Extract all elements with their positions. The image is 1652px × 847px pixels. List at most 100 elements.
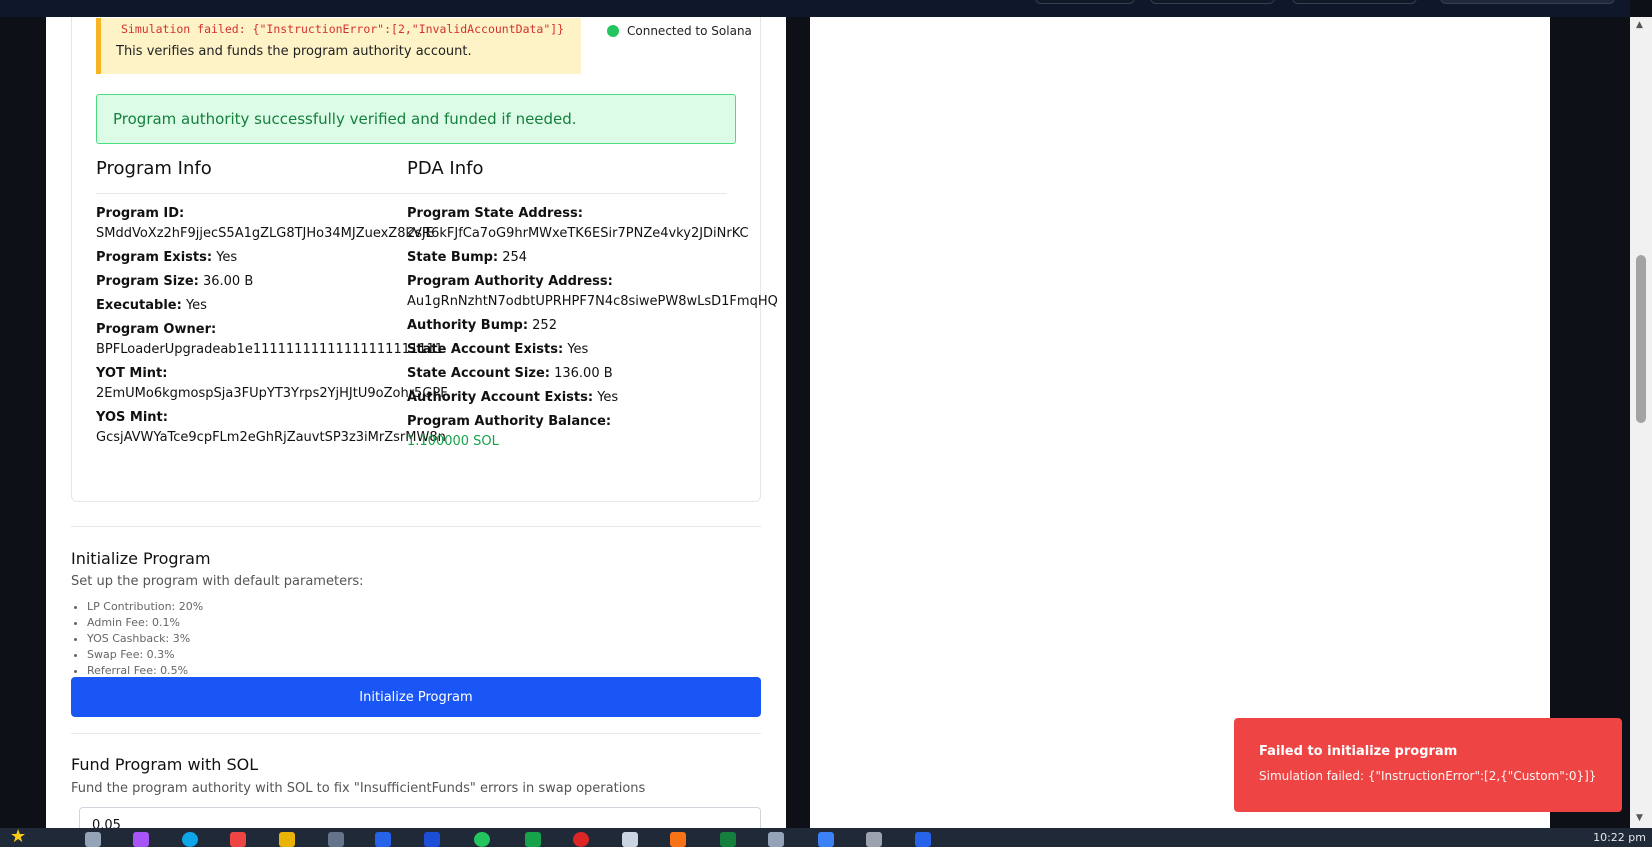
preview-panel (810, 17, 1550, 828)
program-info-section: Program Info Program ID: SMddVoXz2hF9jje… (96, 158, 448, 452)
initialize-title: Initialize Program (71, 549, 211, 568)
copilot-icon[interactable] (133, 832, 149, 847)
calculator-icon[interactable] (866, 832, 882, 847)
top-button[interactable] (1440, 0, 1615, 4)
admin-panel: Simulation failed: {"InstructionError":[… (46, 17, 786, 828)
fund-title: Fund Program with SOL (71, 755, 259, 774)
browser-top-bar (0, 0, 1630, 17)
taskbar: ★ 10:22 pm (0, 828, 1652, 847)
app-icon[interactable] (915, 832, 931, 847)
yos-mint-label: YOS Mint: (96, 410, 168, 425)
state-size-value: 136.00 B (554, 366, 613, 381)
store-icon[interactable] (328, 832, 344, 847)
yos-mint-value: GcsjAVWYaTce9cpFLm2eGhRjZauvtSP3z3iMrZsr… (96, 430, 446, 445)
authority-bump-value: 252 (532, 318, 557, 333)
program-id-value: SMddVoXz2hF9jjecS5A1gZLG8TJHo34MJZuexZ8k… (96, 226, 434, 241)
state-address-label: Program State Address: (407, 206, 583, 221)
authority-balance-row: Program Authority Balance: 1.100000 SOL (407, 412, 727, 452)
yot-mint-row: YOT Mint: 2EmUMo6kgmospSja3FUpYT3Yrps2Yj… (96, 364, 448, 404)
authority-address-value: Au1gRnNzhtN7odbtUPRHPF7N4c8siwePW8wLsD1F… (407, 294, 778, 309)
state-bump-value: 254 (502, 250, 528, 265)
program-info-title: Program Info (96, 158, 408, 194)
scrollbar[interactable]: ▲ ▼ (1630, 17, 1652, 828)
toast-message: Simulation failed: {"InstructionError":[… (1259, 769, 1597, 783)
excel-icon[interactable] (525, 832, 541, 847)
warning-message: This verifies and funds the program auth… (116, 44, 472, 59)
state-bump-row: State Bump: 254 (407, 248, 727, 268)
authority-exists-value: Yes (597, 390, 619, 405)
yot-mint-value: 2EmUMo6kgmospSja3FUpYT3Yrps2YjHJtU9oZohr… (96, 386, 448, 401)
authority-address-row: Program Authority Address: Au1gRnNzhtN7o… (407, 272, 778, 312)
sol-amount-input[interactable] (79, 807, 761, 828)
notepad-icon[interactable] (622, 832, 638, 847)
pda-info-section: PDA Info Program State Address: 2sR6kFJf… (407, 158, 778, 456)
initialize-program-button[interactable]: Initialize Program (71, 677, 761, 717)
start-icon[interactable]: ★ (10, 828, 26, 846)
state-address-row: Program State Address: 2sR6kFJfCa7oG9hrM… (407, 204, 749, 244)
top-button[interactable] (1035, 0, 1135, 4)
state-size-row: State Account Size: 136.00 B (407, 364, 727, 384)
state-exists-row: State Account Exists: Yes (407, 340, 727, 360)
taskview-icon[interactable] (85, 832, 101, 847)
divider (71, 526, 761, 527)
pda-info-title: PDA Info (407, 158, 727, 194)
success-alert: Program authority successfully verified … (96, 94, 736, 144)
parameter-item: LP Contribution: 20% (87, 599, 203, 615)
state-exists-value: Yes (567, 342, 589, 357)
top-button[interactable] (1150, 0, 1275, 4)
scrollbar-thumb[interactable] (1636, 255, 1646, 423)
scroll-down-arrow-icon[interactable]: ▼ (1636, 813, 1643, 823)
folder-icon[interactable] (279, 832, 295, 847)
connection-status: Connected to Solana (607, 24, 752, 38)
scroll-up-arrow-icon[interactable]: ▲ (1636, 20, 1643, 30)
executable-value: Yes (185, 298, 207, 313)
authority-address-label: Program Authority Address: (407, 274, 613, 289)
edge-icon[interactable] (182, 832, 198, 847)
error-toast[interactable]: Failed to initialize program Simulation … (1234, 718, 1622, 812)
chrome-icon[interactable] (474, 832, 490, 847)
program-exists-value: Yes (216, 250, 238, 265)
program-owner-label: Program Owner: (96, 322, 217, 337)
parameter-item: Admin Fee: 0.1% (87, 615, 203, 631)
authority-exists-row: Authority Account Exists: Yes (407, 388, 727, 408)
outlook-icon[interactable] (375, 832, 391, 847)
connection-label: Connected to Solana (627, 24, 752, 38)
program-size-value: 36.00 B (202, 274, 254, 289)
app-icon[interactable] (768, 832, 784, 847)
yot-mint-label: YOT Mint: (96, 366, 168, 381)
pycharm-icon[interactable] (720, 832, 736, 847)
authority-exists-label: Authority Account Exists: (407, 390, 594, 405)
authority-balance-label: Program Authority Balance: (407, 414, 612, 429)
program-owner-value: BPFLoaderUpgradeab1e11111111111111111111… (96, 342, 444, 357)
clock: 10:22 pm (1593, 831, 1646, 844)
top-button[interactable] (1292, 0, 1417, 4)
program-status-card: Simulation failed: {"InstructionError":[… (71, 17, 778, 502)
program-id-label: Program ID: (96, 206, 185, 221)
word-icon[interactable] (424, 832, 440, 847)
program-exists-row: Program Exists: Yes (96, 248, 408, 268)
app-icon[interactable] (230, 832, 246, 847)
parameter-item: YOS Cashback: 3% (87, 631, 203, 647)
app-icon[interactable] (573, 832, 589, 847)
warning-box: Simulation failed: {"InstructionError":[… (96, 18, 581, 74)
initialize-description: Set up the program with default paramete… (71, 574, 364, 589)
state-address-value: 2sR6kFJfCa7oG9hrMWxeTK6ESir7PNZe4vky2JDi… (407, 226, 749, 241)
status-dot-icon (607, 25, 619, 37)
program-owner-row: Program Owner: BPFLoaderUpgradeab1e11111… (96, 320, 444, 360)
authority-balance-value: 1.100000 SOL (407, 434, 499, 449)
program-size-row: Program Size: 36.00 B (96, 272, 408, 292)
yos-mint-row: YOS Mint: GcsjAVWYaTce9cpFLm2eGhRjZauvtS… (96, 408, 446, 448)
state-size-label: State Account Size: (407, 366, 550, 381)
paint-icon[interactable] (670, 832, 686, 847)
vscode-icon[interactable] (818, 832, 834, 847)
fund-description: Fund the program authority with SOL to f… (71, 781, 646, 796)
authority-bump-row: Authority Bump: 252 (407, 316, 727, 336)
error-detail: Simulation failed: {"InstructionError":[… (121, 22, 565, 36)
authority-bump-label: Authority Bump: (407, 318, 529, 333)
program-size-label: Program Size: (96, 274, 199, 289)
toast-title: Failed to initialize program (1259, 744, 1458, 759)
state-exists-label: State Account Exists: (407, 342, 564, 357)
parameter-item: Swap Fee: 0.3% (87, 647, 203, 663)
program-exists-label: Program Exists: (96, 250, 213, 265)
program-id-row: Program ID: SMddVoXz2hF9jjecS5A1gZLG8TJH… (96, 204, 434, 244)
